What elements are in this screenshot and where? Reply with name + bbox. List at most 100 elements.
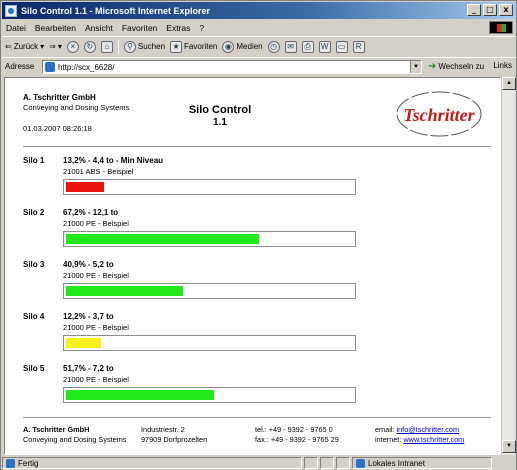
favorites-label: Favoriten xyxy=(184,42,218,51)
zone-text: Lokales Intranet xyxy=(368,458,425,468)
links-button[interactable]: Links xyxy=(493,61,512,70)
go-label: Wechseln zu xyxy=(438,62,485,71)
silo-level-fill xyxy=(66,390,214,400)
scroll-up-icon[interactable]: ▲ xyxy=(502,77,516,90)
silo-level-bar xyxy=(63,387,356,403)
page-viewport: A. Tschritter GmbH Conveying and Dosing … xyxy=(4,77,501,455)
timestamp: 01.03.2007 08:26:18 xyxy=(23,124,92,133)
security-zone: Lokales Intranet xyxy=(352,457,492,469)
mail-icon[interactable]: ✉ xyxy=(284,40,297,53)
print-icon[interactable]: ⎙ xyxy=(301,40,314,53)
footer-internet-label: internet: xyxy=(375,435,402,444)
toolbar: ⇐ Zurück ▾ ⇒ ▾ × ↻ ⌂ ⚲ Suchen ★ Favorite… xyxy=(2,36,516,56)
footer-email-link[interactable]: info@tschritter.com xyxy=(397,425,460,434)
silo-row: Silo 3 40,9% - 5,2 to 21000 PE - Beispiel xyxy=(23,260,383,310)
address-url: http://scx_6628/ xyxy=(58,62,115,72)
history-icon[interactable]: ◷ xyxy=(267,40,280,53)
menu-datei[interactable]: Datei xyxy=(6,23,26,33)
company-subtitle: Conveying and Dosing Systems xyxy=(23,103,130,112)
address-input[interactable]: http://scx_6628/ ▼ xyxy=(42,60,422,74)
windows-logo-icon xyxy=(489,21,513,34)
footer-fax: fax.: +49 - 9392 - 9765 29 xyxy=(255,435,339,444)
home-icon[interactable]: ⌂ xyxy=(100,40,113,53)
menu-bearbeiten[interactable]: Bearbeiten xyxy=(35,23,76,33)
go-arrow-icon: ➜ xyxy=(428,61,437,72)
search-icon: ⚲ xyxy=(123,40,136,53)
footer-website-link[interactable]: www.tschritter.com xyxy=(403,435,464,444)
status-bar: Fertig Lokales Intranet xyxy=(2,456,516,470)
address-label: Adresse xyxy=(5,62,35,71)
status-cell xyxy=(320,457,334,469)
status-panel: Fertig xyxy=(2,457,302,469)
back-arrow-icon: ⇐ xyxy=(5,42,12,51)
forward-button[interactable]: ⇒ ▾ xyxy=(49,42,62,51)
word-edit-icon[interactable]: W xyxy=(318,40,331,53)
silo-level-bar xyxy=(63,179,356,195)
search-button[interactable]: ⚲ Suchen xyxy=(123,40,166,53)
footer-divider xyxy=(23,417,491,418)
maximize-button[interactable]: □ xyxy=(483,4,497,16)
ie-icon xyxy=(5,4,17,17)
close-button[interactable]: x xyxy=(499,4,513,16)
media-icon: ◉ xyxy=(222,40,235,53)
silo-label: Silo 4 xyxy=(23,312,45,321)
footer-company: A. Tschritter GmbH xyxy=(23,425,90,434)
go-button[interactable]: ➜ Wechseln zu xyxy=(428,61,484,72)
menu-favoriten[interactable]: Favoriten xyxy=(122,23,157,33)
footer-address-block: Industriestr. 2 97909 Dorfprozelten xyxy=(141,425,207,445)
status-text: Fertig xyxy=(18,458,39,468)
silo-row: Silo 2 67,2% - 12,1 to 21000 PE - Beispiel xyxy=(23,208,383,258)
address-bar: Adresse http://scx_6628/ ▼ ➜ Wechseln zu… xyxy=(2,57,516,75)
toolbar-separator xyxy=(117,39,119,54)
footer-email-label: email: xyxy=(375,425,395,434)
back-dropdown-icon[interactable]: ▾ xyxy=(40,42,44,51)
silo-label: Silo 2 xyxy=(23,208,45,217)
forward-arrow-icon: ⇒ xyxy=(49,42,56,51)
page-icon xyxy=(45,62,55,72)
footer-city: 97909 Dorfprozelten xyxy=(141,435,208,444)
silo-stats: 12,2% - 3,7 to xyxy=(63,312,114,321)
messenger-icon[interactable]: R xyxy=(352,40,365,53)
header-divider xyxy=(23,146,491,147)
logo-wordmark: Tschritter xyxy=(403,105,475,125)
silo-level-bar xyxy=(63,335,356,351)
media-button[interactable]: ◉ Medien xyxy=(222,40,263,53)
page-title: Silo Control xyxy=(188,104,252,116)
silo-label: Silo 1 xyxy=(23,156,45,165)
silo-row: Silo 4 12,2% - 3,7 to 21000 PE - Beispiel xyxy=(23,312,383,362)
browser-window: Silo Control 1.1 - Microsoft Internet Ex… xyxy=(0,0,517,470)
stop-icon[interactable]: × xyxy=(66,40,79,53)
footer-phone-block: tel.: +49 - 9392 - 9765 0 fax.: +49 - 93… xyxy=(255,425,339,445)
vertical-scrollbar[interactable]: ▲ ▼ xyxy=(501,77,516,455)
footer-tel: tel.: +49 - 9392 - 9765 0 xyxy=(255,425,333,434)
silo-product: 21000 PE - Beispiel xyxy=(63,375,129,384)
silo-product: 21001 ABS - Beispiel xyxy=(63,167,134,176)
silo-level-fill xyxy=(66,234,259,244)
discuss-icon[interactable]: ▭ xyxy=(335,40,348,53)
forward-dropdown-icon: ▾ xyxy=(57,42,62,51)
address-dropdown-icon[interactable]: ▼ xyxy=(410,61,421,73)
menu-help[interactable]: ? xyxy=(199,23,204,33)
menu-extras[interactable]: Extras xyxy=(166,23,190,33)
silo-row: Silo 5 51,7% - 7,2 to 21000 PE - Beispiel xyxy=(23,364,383,414)
title-bar[interactable]: Silo Control 1.1 - Microsoft Internet Ex… xyxy=(2,2,516,19)
back-label: Zurück xyxy=(13,42,39,51)
footer-company-block: A. Tschritter GmbH Conveying and Dosing … xyxy=(23,425,126,445)
scroll-down-icon[interactable]: ▼ xyxy=(502,440,516,453)
silo-level-bar xyxy=(63,231,356,247)
menu-bar: Datei Bearbeiten Ansicht Favoriten Extra… xyxy=(2,20,516,35)
footer-subtitle: Conveying and Dosing Systems xyxy=(23,435,127,444)
search-label: Suchen xyxy=(137,42,166,51)
menu-ansicht[interactable]: Ansicht xyxy=(85,23,113,33)
silo-stats: 40,9% - 5,2 to xyxy=(63,260,114,269)
silo-product: 21000 PE - Beispiel xyxy=(63,271,129,280)
silo-level-bar xyxy=(63,283,356,299)
back-button[interactable]: ⇐ Zurück ▾ xyxy=(5,42,44,51)
minimize-button[interactable]: _ xyxy=(467,4,481,16)
favorites-button[interactable]: ★ Favoriten xyxy=(170,40,218,53)
refresh-icon[interactable]: ↻ xyxy=(83,40,96,53)
silo-label: Silo 5 xyxy=(23,364,45,373)
company-name: A. Tschritter GmbH xyxy=(23,93,96,102)
tschritter-logo: Tschritter xyxy=(396,91,482,137)
footer-street: Industriestr. 2 xyxy=(141,425,185,434)
